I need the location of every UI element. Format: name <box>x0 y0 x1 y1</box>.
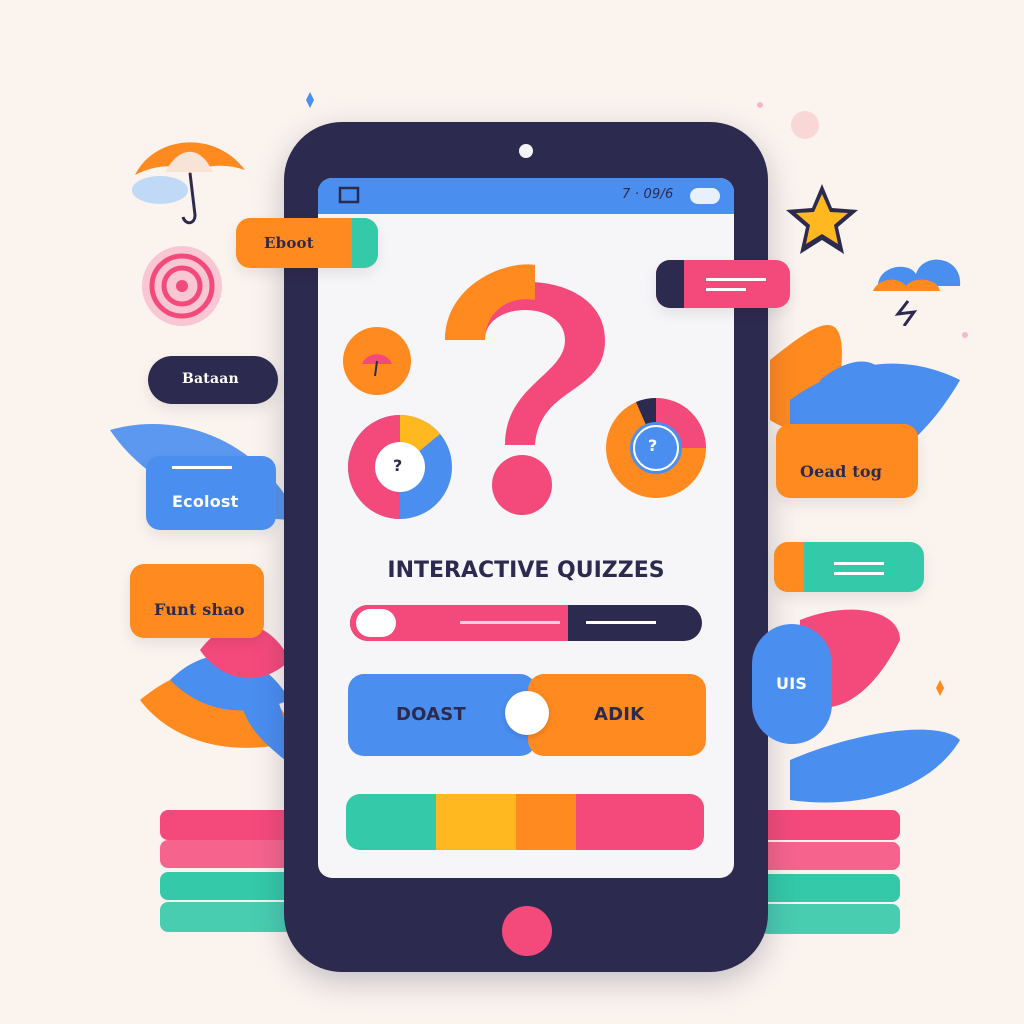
bubble-batman-label: Bataan <box>182 371 239 387</box>
slider-line-left <box>460 621 560 624</box>
star-icon <box>786 184 858 254</box>
bubble-batman[interactable]: Bataan <box>148 356 278 404</box>
phone-camera <box>519 144 533 158</box>
illustration-stage: 7 · 09/6 ? ? INTERACTIVE QUIZZES DOAST A… <box>0 0 1024 1024</box>
pie-left-question: ? <box>393 456 403 475</box>
quiz-title: INTERACTIVE QUIZZES <box>387 558 665 583</box>
pie-right-question: ? <box>648 436 658 455</box>
bubble-eboot-label: Eboot <box>264 234 314 252</box>
bubble-eboot[interactable]: Eboot <box>236 218 378 268</box>
bubble-ecolost[interactable]: Ecolost <box>146 456 276 530</box>
slider-line-right <box>586 621 656 624</box>
home-button[interactable] <box>502 906 552 956</box>
cloud-icon <box>873 259 961 326</box>
answer-right-button[interactable]: ADIK <box>528 674 706 756</box>
bubble-oead[interactable]: Oead tog <box>776 424 918 498</box>
spiral-icon <box>142 246 222 326</box>
bubble-teal-lines[interactable] <box>774 542 924 592</box>
question-mark-icon <box>445 264 605 515</box>
bubble-ecolost-label: Ecolost <box>172 492 239 511</box>
bubble-uis[interactable]: UIS <box>752 624 832 744</box>
battery-pill <box>690 188 720 204</box>
answer-right-label: ADIK <box>594 704 645 725</box>
umbrella-icon <box>132 142 245 225</box>
bubble-uis-label: UIS <box>776 674 808 693</box>
bubble-funt[interactable]: Funt shao <box>130 564 264 638</box>
status-bar: 7 · 09/6 <box>318 178 734 214</box>
color-progress-bar <box>346 794 704 850</box>
umbrella-badge-icon <box>343 327 411 395</box>
status-time: 7 · 09/6 <box>622 187 674 202</box>
slider-knob[interactable] <box>356 609 396 637</box>
quiz-slider[interactable] <box>350 605 702 641</box>
answer-left-label: DOAST <box>396 704 466 725</box>
bubble-funt-label: Funt shao <box>154 600 245 619</box>
bubble-oead-label: Oead tog <box>800 462 883 481</box>
answer-toggle-knob[interactable] <box>505 691 549 735</box>
bubble-lines[interactable] <box>656 260 790 308</box>
window-icon <box>338 186 360 204</box>
